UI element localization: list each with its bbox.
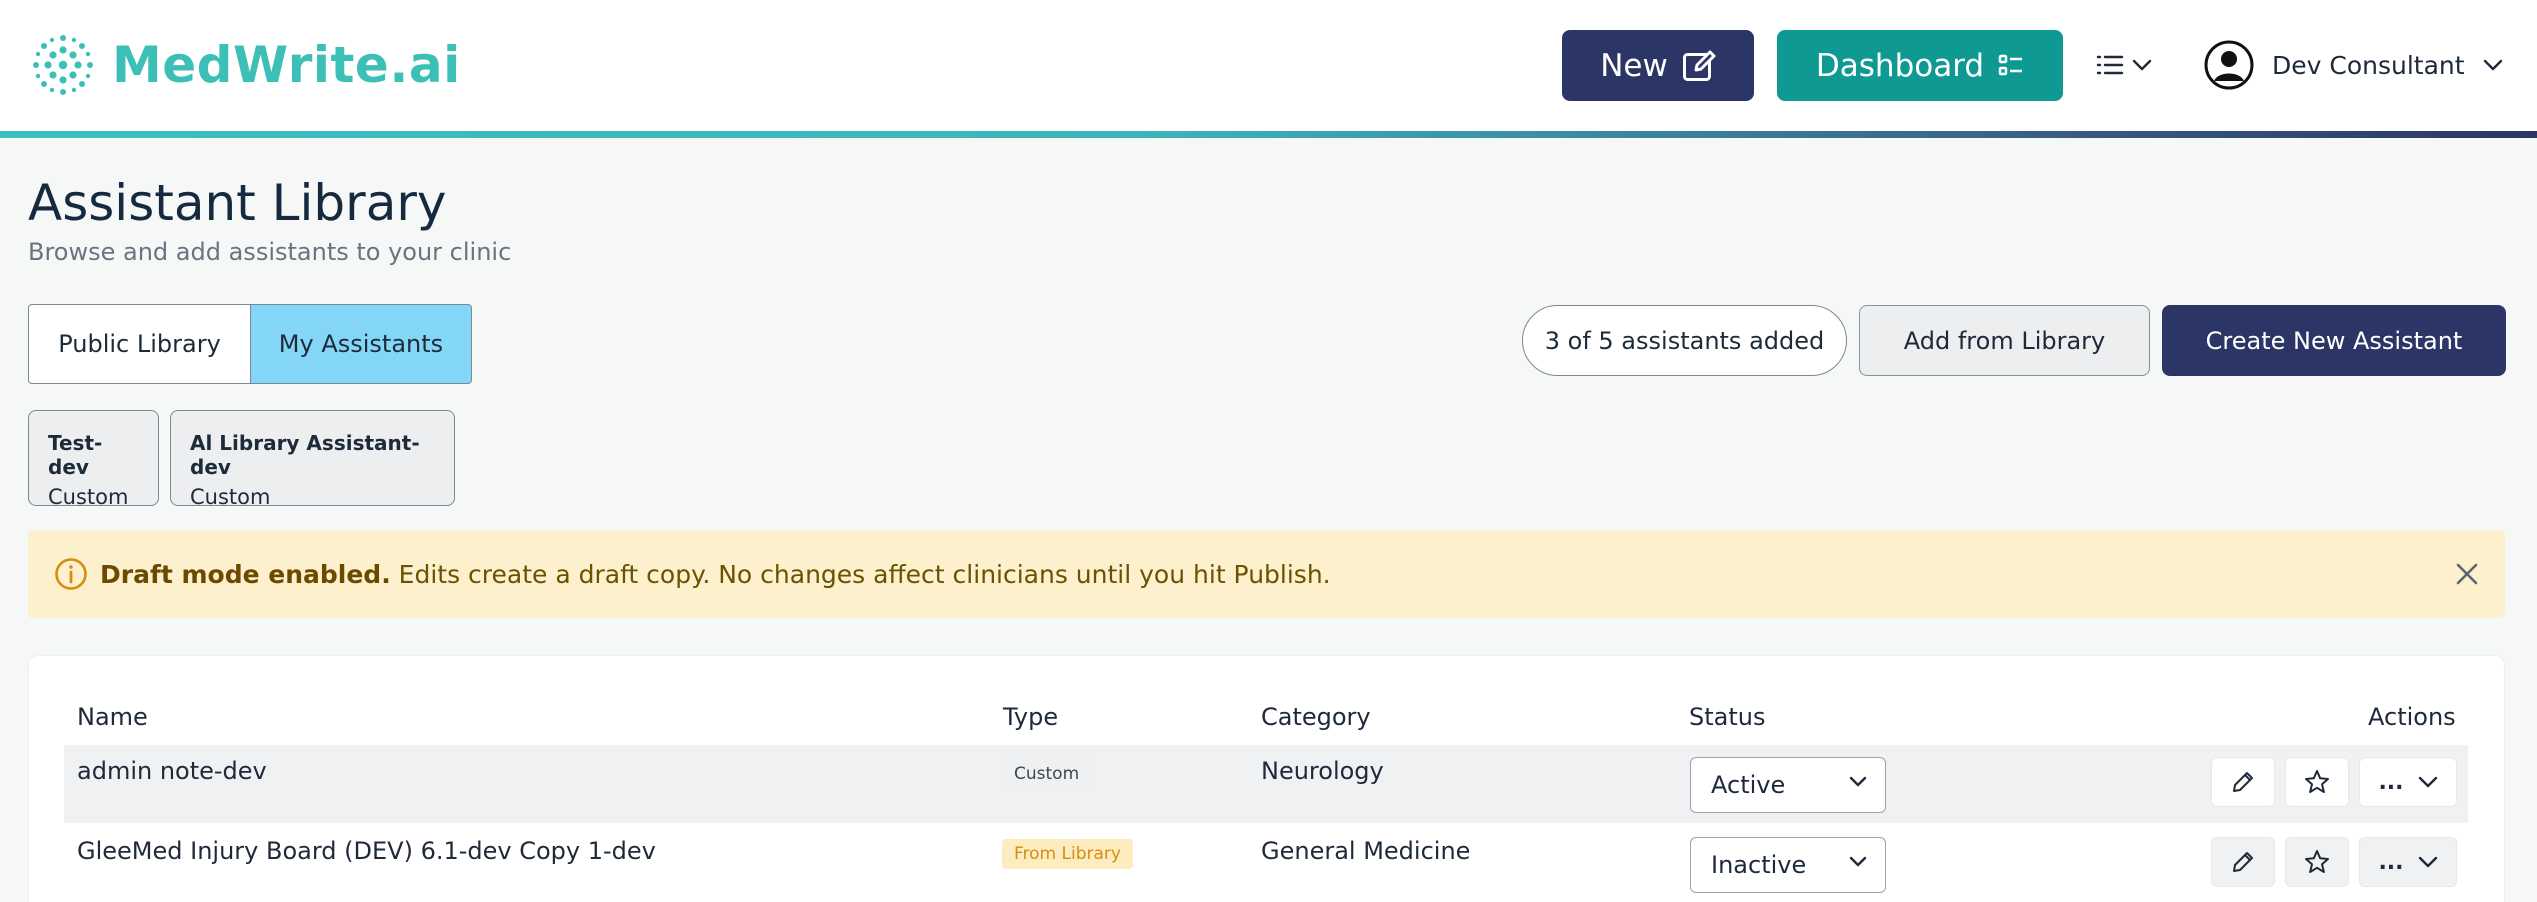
edit-square-icon xyxy=(1682,50,1716,81)
banner-body: Edits create a draft copy. No changes af… xyxy=(390,559,1331,589)
assistant-count-badge: 3 of 5 assistants added xyxy=(1522,305,1847,376)
column-header-category: Category xyxy=(1261,703,1371,731)
column-header-name: Name xyxy=(77,703,148,731)
list-icon xyxy=(2096,55,2124,75)
assistant-chip[interactable]: Test-dev Custom xyxy=(28,410,159,509)
table-row[interactable]: GleeMed Injury Board (DEV) 6.1-dev Copy … xyxy=(64,825,2468,902)
logo-icon xyxy=(33,35,93,95)
more-label: ... xyxy=(2378,769,2404,795)
assistant-category: General Medicine xyxy=(1261,837,1471,865)
chevron-down-icon xyxy=(1849,856,1867,867)
logo-text: MedWrite.ai xyxy=(112,36,461,94)
chevron-down-icon xyxy=(2132,59,2152,71)
star-icon xyxy=(2305,770,2329,793)
page-subtitle: Browse and add assistants to your clinic xyxy=(28,238,512,266)
assistant-name: admin note-dev xyxy=(77,757,267,785)
favorite-button[interactable] xyxy=(2285,837,2349,887)
type-badge: From Library xyxy=(1002,839,1133,869)
pencil-icon xyxy=(2233,772,2253,792)
chip-type: Custom xyxy=(190,485,271,509)
create-new-assistant-button[interactable]: Create New Assistant xyxy=(2162,305,2506,376)
chip-type: Custom xyxy=(48,485,129,509)
banner-title: Draft mode enabled. xyxy=(100,559,391,589)
user-avatar-icon xyxy=(2204,40,2254,90)
more-actions-button[interactable]: ... xyxy=(2359,757,2457,807)
close-icon[interactable] xyxy=(2453,560,2481,588)
type-badge: Custom xyxy=(1002,759,1092,789)
assistant-name: GleeMed Injury Board (DEV) 6.1-dev Copy … xyxy=(77,837,656,865)
tab-my-assistants[interactable]: My Assistants xyxy=(251,304,472,384)
favorite-button[interactable] xyxy=(2285,757,2349,807)
new-button-label: New xyxy=(1600,47,1668,84)
header-divider xyxy=(0,131,2537,138)
add-from-library-button[interactable]: Add from Library xyxy=(1859,305,2150,376)
chevron-down-icon xyxy=(2418,776,2437,788)
star-icon xyxy=(2305,850,2329,873)
chevron-down-icon xyxy=(1849,776,1867,787)
tab-public-library[interactable]: Public Library xyxy=(28,304,251,384)
edit-button[interactable] xyxy=(2211,837,2275,887)
assistant-category: Neurology xyxy=(1261,757,1384,785)
edit-button[interactable] xyxy=(2211,757,2275,807)
status-value: Active xyxy=(1711,771,1786,799)
chip-name: Test-dev xyxy=(48,431,103,479)
logo[interactable]: MedWrite.ai xyxy=(30,32,461,98)
page-title: Assistant Library xyxy=(28,174,447,232)
chevron-down-icon xyxy=(2418,856,2437,868)
status-value: Inactive xyxy=(1711,851,1807,879)
status-select[interactable]: Inactive xyxy=(1690,837,1886,893)
column-header-type: Type xyxy=(1003,703,1059,731)
user-menu[interactable]: Dev Consultant xyxy=(2204,38,2503,92)
column-header-status: Status xyxy=(1689,703,1766,731)
dashboard-list-icon xyxy=(1998,54,2023,75)
dashboard-button-label: Dashboard xyxy=(1815,47,1985,84)
dashboard-button[interactable]: Dashboard xyxy=(1777,30,2063,101)
chevron-down-icon xyxy=(2483,59,2502,71)
library-tabs: Public Library My Assistants xyxy=(28,304,472,384)
list-menu-dropdown[interactable] xyxy=(2096,46,2160,84)
info-icon xyxy=(55,558,87,590)
draft-mode-banner: Draft mode enabled. Edits create a draft… xyxy=(28,530,2505,618)
pencil-icon xyxy=(2233,852,2253,872)
user-name: Dev Consultant xyxy=(2272,50,2465,80)
banner-message: Draft mode enabled. Edits create a draft… xyxy=(100,560,1331,589)
status-select[interactable]: Active xyxy=(1690,757,1886,813)
more-actions-button[interactable]: ... xyxy=(2359,837,2457,887)
column-header-actions: Actions xyxy=(2368,703,2456,731)
chip-name: Al Library Assistant-dev xyxy=(190,431,420,479)
assistant-chip[interactable]: Al Library Assistant-dev Custom xyxy=(170,410,455,509)
new-button[interactable]: New xyxy=(1562,30,1754,101)
top-header: MedWrite.ai New Dashboard Dev Consultant xyxy=(0,0,2537,131)
table-row[interactable]: admin note-dev Custom Neurology Active .… xyxy=(64,745,2468,823)
more-label: ... xyxy=(2378,849,2404,875)
